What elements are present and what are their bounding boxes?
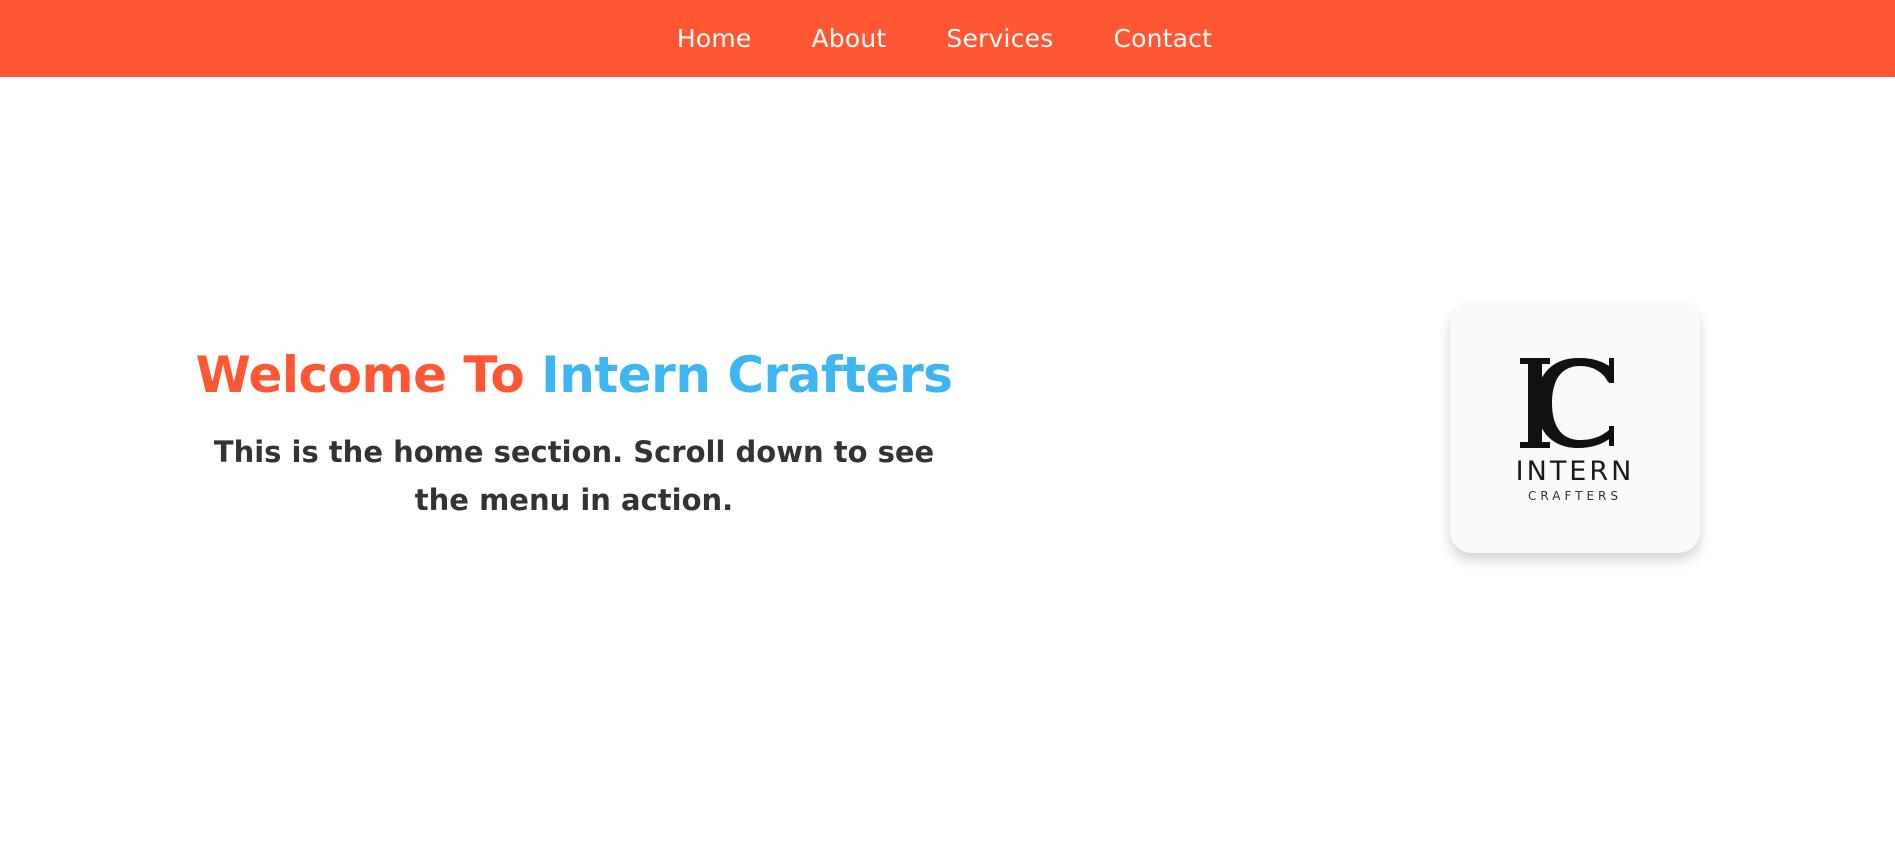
- nav-link-about[interactable]: About: [812, 24, 887, 53]
- nav-item-contact: Contact: [1113, 24, 1212, 53]
- logo-name: INTERN: [1516, 456, 1635, 487]
- hero-title-welcome: Welcome To: [195, 346, 525, 404]
- nav-menu: Home About Services Contact: [677, 24, 1212, 53]
- intern-crafters-logo: INTERN CRAFTERS: [1516, 358, 1635, 503]
- hero-title: Welcome To Intern Crafters: [195, 340, 953, 410]
- nav-item-about: About: [812, 24, 887, 53]
- home-section: Welcome To Intern Crafters This is the h…: [195, 340, 953, 524]
- nav-link-services[interactable]: Services: [946, 24, 1053, 53]
- hero-title-brand: Intern Crafters: [541, 346, 953, 404]
- logo-card: INTERN CRAFTERS: [1450, 303, 1700, 553]
- top-navbar: Home About Services Contact: [0, 0, 1895, 77]
- nav-link-contact[interactable]: Contact: [1113, 24, 1212, 53]
- nav-link-home[interactable]: Home: [677, 24, 752, 53]
- logo-tagline: CRAFTERS: [1528, 489, 1622, 503]
- nav-item-services: Services: [946, 24, 1053, 53]
- hero-subtitle: This is the home section. Scroll down to…: [213, 435, 935, 517]
- nav-item-home: Home: [677, 24, 752, 53]
